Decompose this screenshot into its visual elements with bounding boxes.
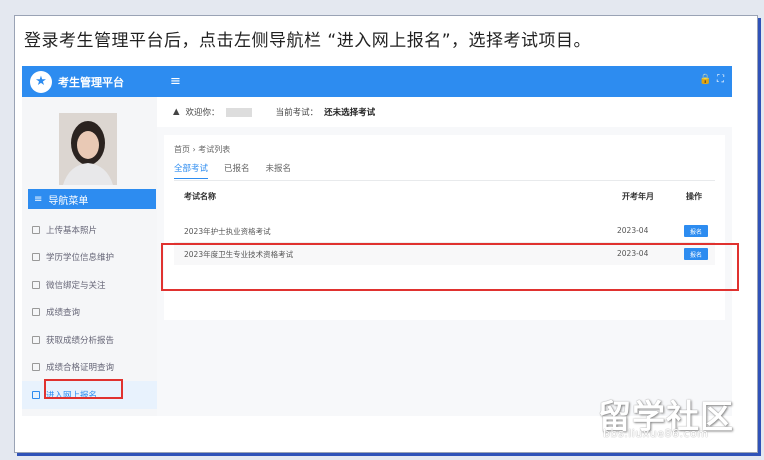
sidebar-item-score-report[interactable]: 获取成绩分析报告	[22, 326, 157, 354]
brand-title: 考生管理平台	[58, 75, 124, 89]
search-icon	[32, 308, 40, 317]
instruction-caption: 登录考生管理平台后，点击左侧导航栏 “进入网上报名”，选择考试项目。	[24, 31, 592, 51]
file-icon	[32, 363, 40, 372]
brand-bar: ★ 考生管理平台	[22, 66, 157, 97]
lock-icon[interactable]: 🔒	[699, 74, 711, 85]
header-exam-date: 开考年月	[622, 192, 654, 201]
arrow-icon	[32, 390, 40, 399]
sidebar-item-upload-photo[interactable]: 上传基本照片	[22, 216, 157, 244]
header-operation: 操作	[686, 192, 702, 201]
sidebar-item-label: 成绩查询	[46, 308, 81, 319]
tab-unregistered[interactable]: 未报名	[266, 162, 292, 179]
header-exam-name: 考试名称	[184, 192, 216, 201]
breadcrumb-separator: ›	[192, 145, 196, 154]
sidebar: ★ 考生管理平台 ≡ 导航菜单 上传基本照片 学历学位信息维护 微信绑定与关注 …	[22, 66, 158, 416]
logo-icon: ★	[30, 70, 52, 93]
tab-divider	[174, 180, 715, 181]
sidebar-item-education-info[interactable]: 学历学位信息维护	[22, 244, 157, 272]
welcome-bar: ▲ 欢迎你： 当前考试： 还未选择考试	[157, 97, 732, 127]
current-exam-value: 还未选择考试	[324, 108, 376, 118]
greeting-label: 欢迎你：	[185, 108, 220, 118]
breadcrumb-current: 考试列表	[198, 145, 231, 154]
expand-icon[interactable]: ⛶	[717, 74, 724, 85]
exam-name: 2023年护士执业资格考试	[184, 227, 271, 236]
breadcrumb: 首页 › 考试列表	[174, 144, 230, 155]
sidebar-item-score-query[interactable]: 成绩查询	[22, 299, 157, 327]
sidebar-item-label: 微信绑定与关注	[46, 280, 106, 291]
sidebar-item-certificate-query[interactable]: 成绩合格证明查询	[22, 354, 157, 382]
table-row: 2023年护士执业资格考试 2023-04 报名	[174, 220, 715, 243]
highlight-box-exam-rows	[161, 243, 739, 291]
doc-icon	[32, 253, 40, 262]
user-icon[interactable]: ●	[735, 74, 744, 85]
avatar	[59, 113, 117, 185]
exam-tabs: 全部考试 已报名 未报名	[174, 162, 291, 179]
top-bar: ≡ 🔒 ⛶ ●	[157, 66, 744, 97]
watermark-url: bbs.liuxue86.com	[603, 427, 709, 440]
exam-date: 2023-04	[617, 226, 649, 235]
menu-icon: ≡	[34, 193, 43, 205]
user-icon: ▲	[173, 107, 180, 117]
exam-list-panel: 首页 › 考试列表 全部考试 已报名 未报名 考试名称 开考年月 操作 2023…	[164, 135, 725, 320]
sidebar-item-label: 学历学位信息维护	[46, 253, 115, 264]
redacted-username	[225, 107, 252, 117]
hamburger-icon[interactable]: ≡	[170, 74, 181, 89]
register-button[interactable]: 报名	[684, 225, 708, 237]
tab-all-exams[interactable]: 全部考试	[174, 162, 209, 179]
sidebar-item-wechat-bind[interactable]: 微信绑定与关注	[22, 271, 157, 299]
highlight-box-nav	[44, 379, 123, 399]
current-exam-label: 当前考试：	[275, 108, 319, 118]
report-icon	[32, 335, 40, 344]
nav-header-label: 导航菜单	[48, 195, 89, 207]
image-icon	[32, 225, 40, 234]
nav-menu-header[interactable]: ≡ 导航菜单	[28, 189, 156, 209]
sidebar-item-label: 上传基本照片	[46, 225, 98, 236]
link-icon	[32, 280, 40, 289]
tab-registered[interactable]: 已报名	[224, 162, 250, 179]
breadcrumb-home[interactable]: 首页	[174, 145, 190, 154]
sidebar-item-label: 成绩合格证明查询	[46, 363, 115, 374]
app-window: ★ 考生管理平台 ≡ 导航菜单 上传基本照片 学历学位信息维护 微信绑定与关注 …	[22, 66, 744, 416]
sidebar-item-label: 获取成绩分析报告	[46, 335, 115, 346]
